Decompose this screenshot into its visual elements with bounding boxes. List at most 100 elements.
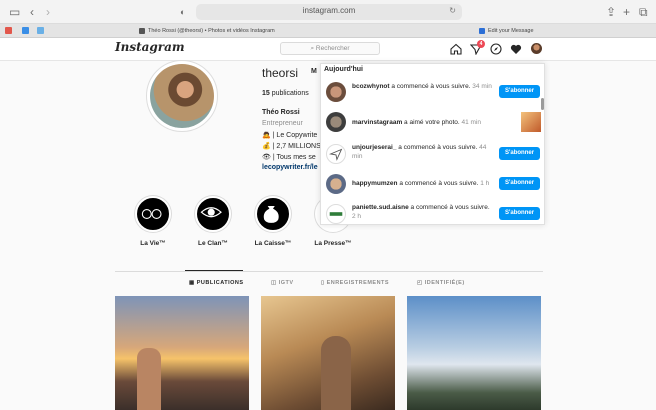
- follow-button[interactable]: S'abonner: [499, 85, 540, 98]
- favorite-icon[interactable]: [22, 27, 29, 34]
- story-label: Le Clan™: [198, 240, 228, 247]
- favorite-icon[interactable]: [5, 27, 12, 34]
- sidebar-toggle-icon[interactable]: ▭: [9, 4, 20, 20]
- tab-label: PUBLICATIONS: [196, 280, 244, 286]
- story-highlight[interactable]: [195, 196, 231, 232]
- tab-saved[interactable]: ▯ ENREGISTREMENTS: [321, 280, 389, 286]
- notification-badge: 4: [477, 40, 485, 48]
- liked-photo-thumbnail[interactable]: [521, 112, 541, 132]
- story-label: La Caisse™: [254, 240, 292, 247]
- person-figure: [137, 348, 161, 410]
- eye-icon: [200, 207, 222, 218]
- profile-avatar-icon[interactable]: [531, 43, 542, 54]
- tag-icon: ◰: [417, 280, 425, 286]
- instagram-logo[interactable]: Instagram: [115, 40, 185, 54]
- notification-message: a commencé à vous suivre.: [389, 83, 471, 90]
- bio-line: 💰 | 2,7 MILLIONS: [262, 143, 321, 150]
- story-label: La Presse™: [314, 240, 352, 247]
- address-bar[interactable]: instagram.com ↻: [196, 4, 462, 20]
- notification-message: a commencé à vous suivre.: [408, 204, 490, 211]
- profile-username: theorsi: [262, 66, 299, 80]
- instagram-page: Instagram ⌕ Rechercher 4 theorsi M 15 pu…: [0, 38, 656, 410]
- avatar[interactable]: [326, 82, 346, 102]
- reload-icon[interactable]: ↻: [449, 6, 456, 15]
- grid-icon: ▦: [189, 280, 197, 286]
- post-thumbnail[interactable]: [115, 296, 249, 410]
- message-button[interactable]: M: [311, 68, 317, 75]
- notification-user[interactable]: paniette.sud.aisne: [352, 204, 409, 211]
- search-input[interactable]: ⌕ Rechercher: [280, 42, 380, 55]
- notification-message: a commencé à vous suivre.: [396, 144, 478, 151]
- notification-time: 2 h: [352, 213, 362, 220]
- instagram-header: Instagram ⌕ Rechercher 4: [0, 38, 656, 61]
- tab-label: IDENTIFIÉ(E): [424, 280, 465, 286]
- share-icon[interactable]: ⇪: [606, 4, 616, 20]
- browser-toolbar: ▭ ‹ › ◐ instagram.com ↻ ⇪ + ⧉: [0, 0, 656, 24]
- home-icon[interactable]: [450, 43, 462, 55]
- bio-line: 🙇 | Le Copywrite: [262, 132, 318, 139]
- notification-text: paniette.sud.aisne a commencé à vous sui…: [352, 203, 492, 221]
- money-bag-icon: [263, 206, 279, 223]
- tab-label: Théo Rossi (@theorsi) • Photos et vidéos…: [148, 28, 275, 34]
- heart-icon[interactable]: [510, 43, 522, 55]
- notification-text: unjourjeserai_ a commencé à vous suivre.…: [352, 143, 492, 161]
- notification-message: a commencé à vous suivre.: [397, 180, 479, 187]
- profile-link[interactable]: lecopywriter.fr/le: [262, 164, 318, 171]
- follow-button[interactable]: S'abonner: [499, 207, 540, 220]
- story-label: La Vie™: [140, 240, 166, 247]
- notification-user[interactable]: marvinstagraam: [352, 119, 402, 126]
- brand-logo-icon: [329, 212, 343, 216]
- avatar[interactable]: [326, 112, 346, 132]
- tab-publications[interactable]: ▦ PUBLICATIONS: [189, 280, 244, 286]
- notification-user[interactable]: happymumzen: [352, 180, 398, 187]
- active-tab-indicator: [185, 270, 243, 271]
- notification-user[interactable]: bcozwhynot: [352, 83, 390, 90]
- instagram-favicon-icon: [139, 28, 145, 34]
- profile-category: Entrepreneur: [262, 120, 303, 127]
- notification-time: 41 min: [459, 119, 482, 126]
- bio-line: 👁 | Tous mes se: [262, 154, 316, 161]
- story-highlight[interactable]: [135, 196, 171, 232]
- notification-text: bcozwhynot a commencé à vous suivre. 34 …: [352, 82, 492, 91]
- notification-time: 1 h: [478, 180, 490, 187]
- post-thumbnail[interactable]: [261, 296, 395, 410]
- publications-number: 15: [262, 90, 270, 97]
- tab-bar: Théo Rossi (@theorsi) • Photos et vidéos…: [0, 24, 656, 38]
- tab-igtv[interactable]: ◫ IGTV: [271, 280, 294, 286]
- profile-avatar[interactable]: [146, 60, 218, 132]
- forward-icon[interactable]: ›: [46, 4, 50, 20]
- shield-icon[interactable]: ◐: [180, 4, 185, 20]
- notification-time: 34 min: [470, 83, 492, 90]
- post-thumbnail[interactable]: [407, 296, 541, 410]
- notification-text: marvinstagraam a aimé votre photo. 41 mi…: [352, 118, 517, 127]
- person-figure: [321, 336, 351, 410]
- new-tab-icon[interactable]: +: [623, 4, 630, 20]
- popup-scrollbar[interactable]: [541, 98, 544, 110]
- tab-label: Edit your Message: [488, 28, 534, 34]
- sunglasses-icon: [141, 209, 162, 219]
- notifications-popup: Aujourd'hui bcozwhynot a commencé à vous…: [320, 63, 545, 225]
- explore-icon[interactable]: [490, 43, 502, 55]
- profile-name: Théo Rossi: [262, 109, 300, 116]
- follow-button[interactable]: S'abonner: [499, 177, 540, 190]
- tv-icon: ◫: [271, 280, 279, 286]
- publications-count: 15 publications: [262, 90, 309, 97]
- notification-message: a aimé votre photo.: [402, 119, 460, 126]
- search-placeholder: Rechercher: [315, 45, 350, 52]
- tab-instagram[interactable]: Théo Rossi (@theorsi) • Photos et vidéos…: [136, 24, 336, 38]
- avatar[interactable]: [326, 204, 346, 224]
- avatar[interactable]: [326, 144, 346, 164]
- url-text: instagram.com: [302, 6, 356, 15]
- tab-edit-message[interactable]: Edit your Message: [476, 24, 596, 38]
- story-highlight[interactable]: [255, 196, 291, 232]
- app-favicon-icon: [479, 28, 485, 34]
- notification-user[interactable]: unjourjeserai_: [352, 144, 396, 151]
- avatar[interactable]: [326, 174, 346, 194]
- back-icon[interactable]: ‹: [30, 4, 34, 20]
- tab-overview-icon[interactable]: ⧉: [639, 4, 648, 20]
- favorite-icon[interactable]: [37, 27, 44, 34]
- profile-photo: [150, 64, 214, 128]
- publications-label: publications: [269, 90, 309, 97]
- follow-button[interactable]: S'abonner: [499, 147, 540, 160]
- tab-tagged[interactable]: ◰ IDENTIFIÉ(E): [417, 280, 465, 286]
